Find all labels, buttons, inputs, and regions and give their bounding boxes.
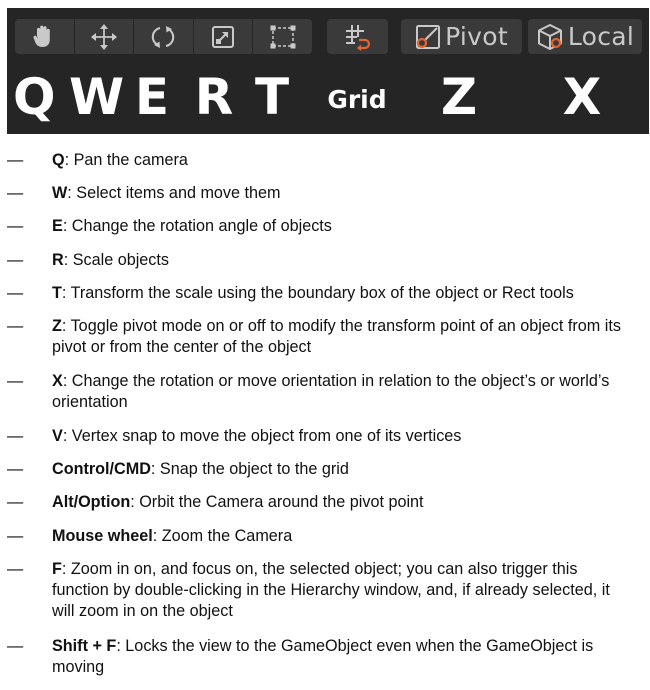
- pivot-toggle-button[interactable]: Pivot: [401, 19, 522, 54]
- shortcut-key: E: [52, 217, 63, 235]
- shortcut-key: Alt/Option: [52, 493, 131, 511]
- shortcut-description: : Change the rotation angle of objects: [62, 217, 332, 235]
- rotate-icon: [152, 25, 175, 48]
- hand-tool-button[interactable]: [15, 19, 75, 54]
- cube-icon: [537, 23, 562, 50]
- shortcut-description: : Transform the scale using the boundary…: [61, 284, 574, 302]
- list-dash: —: [7, 460, 24, 478]
- scale-icon: [212, 25, 235, 48]
- shortcut-key: V: [52, 427, 63, 445]
- rect-tool-button[interactable]: [253, 19, 312, 54]
- shortcut-description: : Scale objects: [63, 251, 169, 269]
- grid-snap-group: [327, 19, 388, 54]
- key-label-w: W: [69, 68, 125, 126]
- list-dash: —: [7, 527, 24, 545]
- pivot-toggle-group: Pivot: [401, 19, 522, 54]
- key-label-r: R: [194, 68, 234, 126]
- list-dash: —: [7, 284, 24, 302]
- list-dash: —: [7, 184, 24, 202]
- shortcut-description: : Change the rotation or move orientatio…: [52, 372, 610, 411]
- list-dash: —: [7, 317, 24, 335]
- list-dash: —: [7, 637, 24, 655]
- shortcut-key: W: [52, 184, 68, 202]
- list-dash: —: [7, 251, 24, 269]
- pivot-label: Pivot: [445, 22, 508, 51]
- rotate-tool-button[interactable]: [134, 19, 194, 54]
- shortcut-description: : Vertex snap to move the object from on…: [62, 427, 462, 445]
- shortcut-key: X: [52, 372, 63, 390]
- shortcut-description: : Locks the view to the GameObject even …: [52, 637, 594, 676]
- list-dash: —: [7, 151, 24, 169]
- key-label-x: X: [562, 68, 602, 126]
- shortcut-description: : Pan the camera: [64, 151, 188, 169]
- scale-tool-button[interactable]: [194, 19, 254, 54]
- shortcut-description: : Zoom the Camera: [152, 527, 293, 545]
- shortcut-key: Shift + F: [52, 637, 117, 655]
- local-toggle-button[interactable]: Local: [528, 19, 642, 54]
- local-label: Local: [567, 22, 635, 51]
- list-dash: —: [7, 372, 24, 390]
- key-label-grid: Grid: [327, 85, 387, 114]
- list-dash: —: [7, 217, 24, 235]
- key-label-z: Z: [440, 68, 478, 126]
- key-label-e: E: [134, 68, 170, 126]
- list-dash: —: [7, 560, 24, 578]
- key-label-q: Q: [13, 68, 56, 126]
- hand-icon: [33, 25, 51, 47]
- shortcut-key: F: [52, 560, 62, 578]
- unity-toolbar-panel: Pivot Local Q W E R T Grid Z X: [7, 8, 649, 134]
- key-label-t: T: [254, 68, 290, 126]
- shortcut-key: T: [52, 284, 62, 302]
- pivot-icon: [416, 24, 441, 49]
- transform-tools-group: [15, 19, 312, 54]
- grid-snap-button[interactable]: [327, 19, 388, 54]
- shortcut-key: Control/CMD: [52, 460, 151, 478]
- list-dash: —: [7, 427, 24, 445]
- shortcut-key: Z: [52, 317, 62, 335]
- move-tool-button[interactable]: [75, 19, 135, 54]
- move-icon: [90, 23, 117, 50]
- shortcut-key: R: [52, 251, 64, 269]
- shortcut-description: : Orbit the Camera around the pivot poin…: [130, 493, 424, 511]
- shortcut-description: : Toggle pivot mode on or off to modify …: [52, 317, 621, 356]
- shortcut-description: : Snap the object to the grid: [150, 460, 349, 478]
- rect-tool-icon: [270, 25, 296, 48]
- shortcut-description: : Select items and move them: [67, 184, 281, 202]
- grid-snap-icon: [345, 24, 370, 51]
- shortcut-description: : Zoom in on, and focus on, the selected…: [52, 560, 610, 620]
- shortcut-key: Mouse wheel: [52, 527, 153, 545]
- local-toggle-group: Local: [528, 19, 642, 54]
- list-dash: —: [7, 493, 24, 511]
- shortcut-key: Q: [52, 151, 65, 169]
